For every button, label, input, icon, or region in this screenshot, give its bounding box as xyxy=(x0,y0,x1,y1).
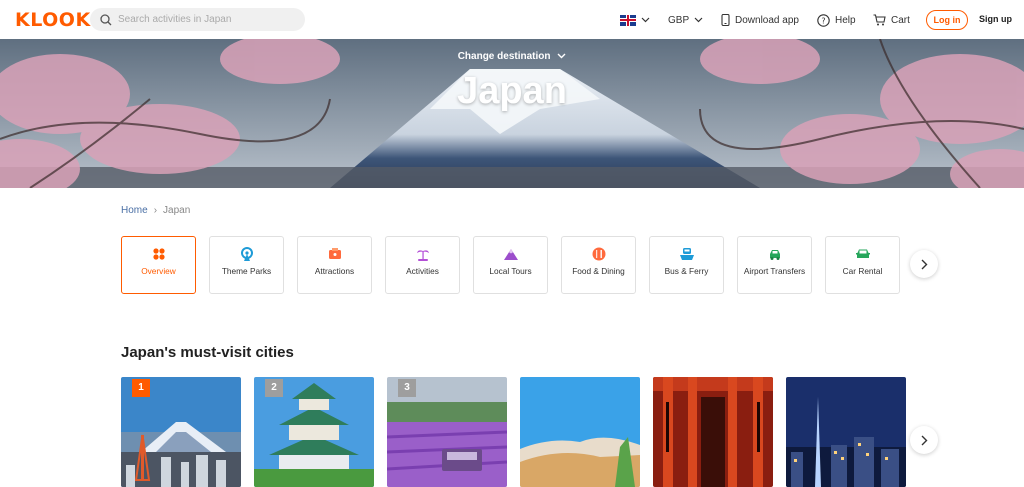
svg-text:?: ? xyxy=(821,16,825,25)
tab-theme-parks[interactable]: Theme Parks xyxy=(209,236,284,294)
city-card[interactable] xyxy=(653,377,773,487)
download-app-label: Download app xyxy=(735,14,799,26)
kyoto-torii-image xyxy=(653,377,773,487)
tab-car-rental[interactable]: Car Rental xyxy=(825,236,900,294)
help-label: Help xyxy=(835,14,856,26)
download-app-link[interactable]: Download app xyxy=(721,13,799,27)
uk-flag-icon xyxy=(620,14,636,26)
tab-label: Theme Parks xyxy=(221,266,272,276)
page-title: Japan xyxy=(457,70,567,112)
tab-label: Airport Transfers xyxy=(743,266,806,276)
help-icon: ? xyxy=(817,13,830,27)
palm-tree-icon xyxy=(416,250,429,261)
mountain-icon xyxy=(503,249,518,260)
ferry-icon xyxy=(679,248,694,260)
ferris-wheel-icon xyxy=(240,247,253,261)
tab-bus-ferry[interactable]: Bus & Ferry xyxy=(649,236,724,294)
search-bar[interactable] xyxy=(90,8,305,31)
search-input[interactable] xyxy=(118,14,288,25)
ticket-icon xyxy=(328,248,341,259)
breadcrumb: Home › Japan xyxy=(121,205,190,216)
tab-label: Car Rental xyxy=(842,266,883,276)
tab-label: Overview xyxy=(141,266,176,276)
category-tabs: Overview Theme Parks Attractions Activit… xyxy=(121,236,900,294)
tab-label: Local Tours xyxy=(489,266,532,276)
currency-selector[interactable]: GBP xyxy=(668,13,703,27)
chevron-down-icon xyxy=(694,17,703,23)
city-card[interactable]: 1 xyxy=(121,377,241,487)
tab-local-tours[interactable]: Local Tours xyxy=(473,236,548,294)
fukuoka-night-image xyxy=(786,377,906,487)
car-icon xyxy=(769,250,780,260)
city-card[interactable] xyxy=(786,377,906,487)
dining-icon xyxy=(592,247,605,261)
search-icon xyxy=(100,13,112,25)
tab-label: Bus & Ferry xyxy=(664,266,709,276)
breadcrumb-home[interactable]: Home xyxy=(121,205,148,216)
hero-banner: Change destination Japan xyxy=(0,39,1024,188)
chevron-right-icon xyxy=(921,435,927,445)
chevron-down-icon xyxy=(557,53,566,59)
signup-button[interactable]: Sign up xyxy=(979,14,1012,24)
tab-attractions[interactable]: Attractions xyxy=(297,236,372,294)
language-selector[interactable] xyxy=(620,13,650,27)
tab-overview[interactable]: Overview xyxy=(121,236,196,294)
tab-label: Activities xyxy=(406,266,439,276)
section-title: Japan's must-visit cities xyxy=(121,344,294,361)
cart-link[interactable]: Cart xyxy=(873,13,910,27)
klook-logo[interactable]: KLOOK xyxy=(15,9,91,31)
categories-next-button[interactable] xyxy=(910,250,938,278)
overview-icon xyxy=(152,248,165,260)
currency-label: GBP xyxy=(668,14,690,26)
tab-airport-transfers[interactable]: Airport Transfers xyxy=(737,236,812,294)
tab-food-dining[interactable]: Food & Dining xyxy=(561,236,636,294)
top-header: KLOOK GBP Download app ? Help Cart Log i… xyxy=(0,0,1024,39)
breadcrumb-separator: › xyxy=(153,205,158,216)
phone-icon xyxy=(721,14,730,26)
car-rental-icon xyxy=(855,249,870,258)
city-card[interactable]: 2 xyxy=(254,377,374,487)
change-destination-label: Change destination xyxy=(457,51,551,62)
chevron-right-icon xyxy=(921,259,927,269)
tab-activities[interactable]: Activities xyxy=(385,236,460,294)
okinawa-shisa-image xyxy=(520,377,640,487)
cities-next-button[interactable] xyxy=(910,426,938,454)
login-button[interactable]: Log in xyxy=(926,10,968,30)
breadcrumb-current: Japan xyxy=(163,205,191,216)
change-destination-button[interactable]: Change destination xyxy=(0,51,1024,62)
cart-label: Cart xyxy=(891,14,910,26)
rank-badge: 3 xyxy=(398,379,416,397)
tab-label: Food & Dining xyxy=(572,266,625,276)
rank-badge: 2 xyxy=(265,379,283,397)
city-card[interactable]: 3 xyxy=(387,377,507,487)
city-carousel: 1 2 3 xyxy=(121,377,906,487)
city-card[interactable] xyxy=(520,377,640,487)
help-link[interactable]: ? Help xyxy=(817,13,856,27)
cart-icon xyxy=(873,14,886,26)
tab-label: Attractions xyxy=(314,266,355,276)
rank-badge: 1 xyxy=(132,379,150,397)
chevron-down-icon xyxy=(641,17,650,23)
